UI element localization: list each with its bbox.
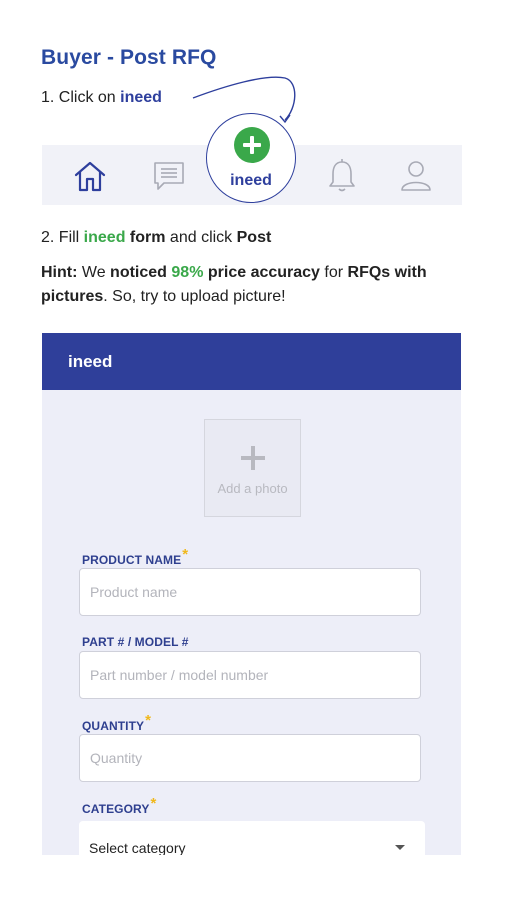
hint-part-6: for	[319, 264, 348, 281]
ineed-form: ineed Add a photo PRODUCT NAME* PART # /…	[42, 333, 461, 855]
step-two-keyword: ineed	[83, 229, 126, 246]
category-label: CATEGORY*	[82, 795, 156, 817]
step-one-keyword: ineed	[120, 89, 162, 106]
quantity-label-text: QUANTITY	[82, 719, 145, 733]
form-header: ineed	[42, 333, 461, 390]
ineed-tab-label: ineed	[230, 172, 272, 189]
form-title: ineed	[68, 352, 113, 371]
ineed-tab-button[interactable]: ineed	[206, 113, 296, 203]
hint-part-1: We	[77, 264, 111, 281]
part-model-input[interactable]	[79, 651, 421, 699]
plus-icon	[241, 446, 265, 470]
hint-percent: 98%	[171, 264, 204, 281]
step-two-prefix: 2. Fill	[41, 229, 84, 246]
hint-part-8: . So, try to upload picture!	[103, 288, 286, 305]
quantity-input[interactable]	[79, 734, 421, 782]
hint-part-2: noticed	[110, 264, 167, 281]
required-mark: *	[182, 546, 189, 563]
step-one-prefix: 1. Click on	[41, 89, 121, 106]
plus-circle-icon	[234, 127, 270, 163]
part-model-label: PART # / MODEL #	[82, 635, 189, 649]
page-title: Buyer - Post RFQ	[41, 46, 217, 69]
user-icon[interactable]	[399, 158, 433, 199]
required-mark: *	[145, 712, 152, 729]
hint-part-5: price accuracy	[207, 264, 320, 281]
category-label-text: CATEGORY	[82, 802, 150, 816]
step-two-suffix: and click	[165, 229, 237, 246]
chevron-down-icon	[395, 845, 405, 850]
product-name-input[interactable]	[79, 568, 421, 616]
product-name-label: PRODUCT NAME*	[82, 546, 188, 568]
quantity-label: QUANTITY*	[82, 712, 151, 734]
hint-label: Hint:	[41, 264, 78, 281]
step-two-text: 2. Fill ineed form and click Post	[41, 229, 271, 247]
part-model-label-text: PART # / MODEL #	[82, 635, 189, 649]
message-icon[interactable]	[152, 159, 186, 198]
add-photo-label: Add a photo	[217, 481, 288, 496]
step-two-action: Post	[236, 229, 272, 246]
step-two-form: form	[129, 229, 166, 246]
add-photo-button[interactable]: Add a photo	[204, 419, 301, 517]
product-name-label-text: PRODUCT NAME	[82, 553, 182, 567]
home-icon[interactable]	[72, 158, 108, 199]
category-select[interactable]: Select category	[79, 821, 425, 855]
bell-icon[interactable]	[327, 158, 357, 199]
step-one-text: 1. Click on ineed	[41, 89, 162, 107]
category-selected-value: Select category	[89, 840, 186, 855]
hint-text: Hint: We noticed 98% price accuracy for …	[41, 261, 461, 309]
required-mark: *	[150, 795, 157, 812]
